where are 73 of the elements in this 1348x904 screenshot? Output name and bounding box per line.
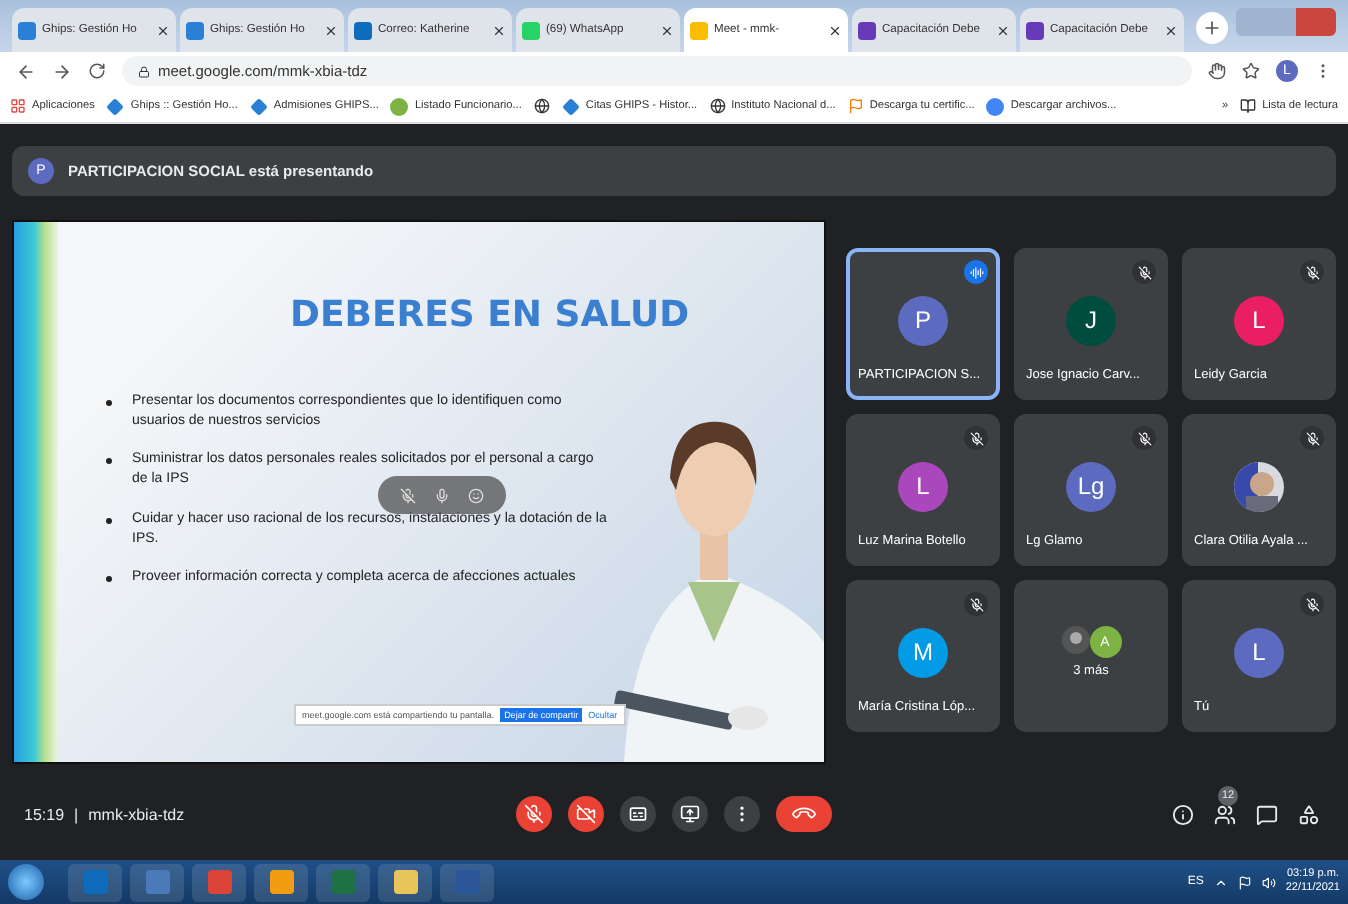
forward-icon[interactable]	[52, 61, 72, 81]
chat-icon[interactable]	[1256, 803, 1278, 825]
captions-button[interactable]	[620, 796, 656, 832]
reading-list-icon	[1240, 98, 1257, 114]
lock-icon	[138, 65, 150, 77]
back-icon[interactable]	[16, 61, 36, 81]
bookmark-star-icon[interactable]	[1242, 62, 1260, 80]
separator-text: |	[74, 805, 79, 823]
present-icon	[680, 804, 700, 824]
meeting-code: mmk-xbia-tdz	[88, 805, 185, 823]
bullet-dot	[106, 458, 112, 465]
meeting-time: 15:19	[24, 805, 65, 823]
mic-off-icon[interactable]	[399, 487, 416, 503]
tray-expand-icon[interactable]	[1213, 875, 1228, 889]
participant-avatar: Lg	[1066, 461, 1116, 511]
close-icon[interactable]	[1164, 23, 1178, 37]
app-icon	[269, 870, 293, 894]
mic-icon[interactable]	[433, 487, 450, 503]
flag-icon	[847, 98, 864, 114]
apps-icon	[10, 98, 26, 114]
site-icon	[18, 21, 36, 39]
participant-avatar: L	[898, 461, 948, 511]
taskbar-app[interactable]	[378, 863, 432, 901]
app-icon	[455, 870, 479, 894]
close-icon[interactable]	[324, 23, 338, 37]
info-icon[interactable]	[1172, 803, 1194, 825]
close-icon[interactable]	[996, 23, 1010, 37]
volume-icon[interactable]	[1261, 875, 1276, 889]
site-icon	[690, 21, 708, 39]
site-icon	[522, 21, 540, 39]
camera-off-icon	[576, 804, 596, 824]
people-icon[interactable]	[1214, 803, 1236, 825]
present-button[interactable]	[672, 796, 708, 832]
plus-icon	[1202, 18, 1222, 38]
speaking-icon	[964, 260, 988, 284]
bullet-dot	[106, 400, 112, 406]
microphone-button[interactable]	[516, 796, 552, 832]
site-icon	[858, 21, 876, 39]
close-icon[interactable]	[492, 23, 506, 37]
slide-title: DEBERES EN SALUD	[290, 294, 692, 336]
flag-icon[interactable]	[1237, 875, 1252, 889]
start-button[interactable]	[8, 864, 44, 900]
camera-button[interactable]	[568, 796, 604, 832]
app-icon	[145, 870, 169, 894]
globe-icon	[533, 98, 550, 114]
close-icon[interactable]	[156, 23, 170, 37]
app-icon	[393, 870, 417, 894]
participant-avatar: L	[1234, 627, 1284, 677]
dot-icon	[390, 97, 409, 115]
globe-icon	[709, 98, 726, 114]
reload-icon[interactable]	[88, 62, 106, 80]
more-button[interactable]	[724, 796, 760, 832]
participant-avatar: J	[1066, 295, 1116, 345]
activities-icon[interactable]	[1298, 803, 1320, 825]
site-icon	[1026, 21, 1044, 39]
site-icon	[354, 21, 372, 39]
close-icon[interactable]	[828, 23, 842, 37]
bullet-dot	[106, 575, 112, 582]
bullet-dot	[106, 517, 112, 524]
app-icon	[83, 870, 107, 894]
new-tab-button[interactable]	[1196, 12, 1228, 44]
app-icon	[331, 870, 355, 894]
taskbar-app[interactable]	[254, 863, 308, 901]
participant-avatar: L	[1234, 295, 1284, 345]
captions-icon	[628, 804, 648, 824]
mic-off-icon	[524, 804, 544, 824]
hang-up-button[interactable]	[776, 796, 832, 832]
participant-avatar: P	[898, 295, 948, 345]
close-icon[interactable]	[660, 23, 674, 37]
extension-icon[interactable]	[1208, 62, 1226, 80]
participant-avatar: M	[898, 627, 948, 677]
site-icon	[186, 21, 204, 39]
app-icon	[207, 870, 231, 894]
